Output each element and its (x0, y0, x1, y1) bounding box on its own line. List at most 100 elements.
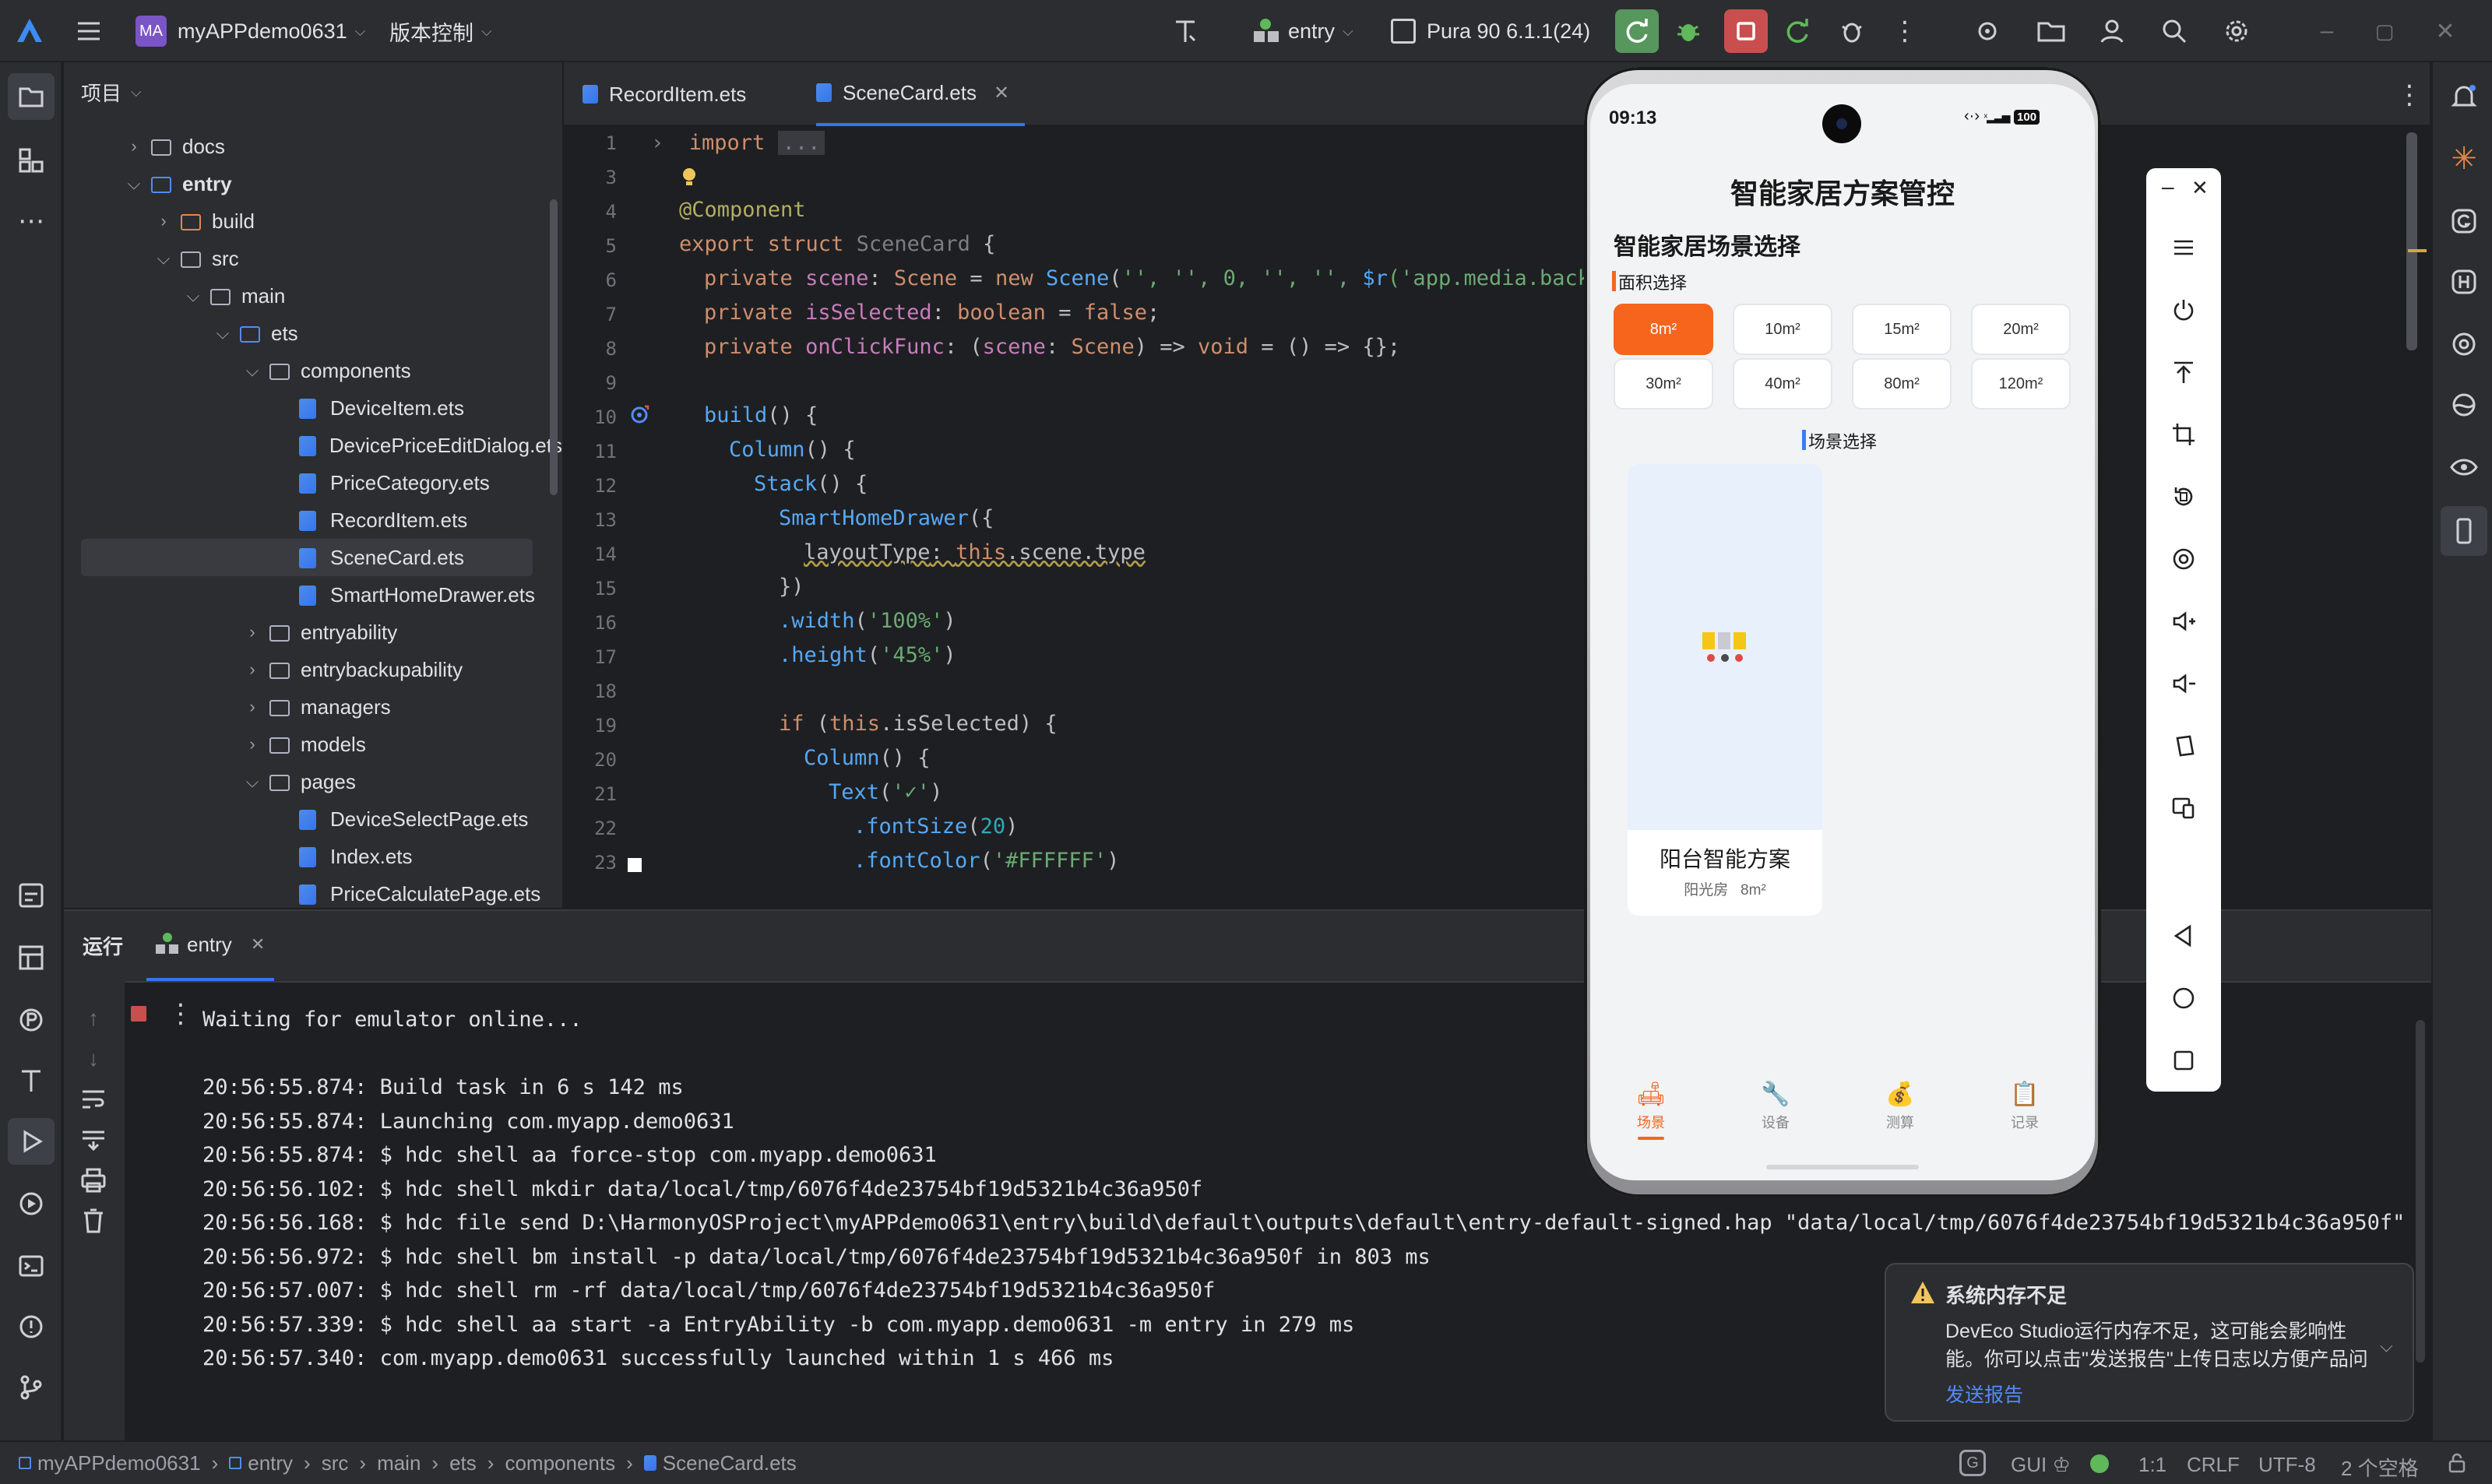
emu-crop-icon[interactable] (2146, 411, 2221, 458)
tree-item[interactable]: › build (64, 202, 562, 240)
run-tool-icon[interactable] (8, 1118, 55, 1165)
tree-item[interactable]: ⌵ main (64, 277, 562, 315)
tree-item[interactable]: › docs (64, 128, 562, 165)
tab-recorditem[interactable]: RecordItem.ets (583, 62, 746, 126)
area-option-button[interactable]: 30m² (1614, 358, 1713, 410)
tree-item[interactable]: PriceCalculatePage.ets (64, 875, 562, 906)
nav-tab-calculate[interactable]: 💰 测算 (1846, 1081, 1955, 1143)
breadcrumb-item[interactable]: src (322, 1451, 349, 1475)
area-option-button[interactable]: 15m² (1852, 304, 1952, 355)
build-icon[interactable] (11, 1060, 51, 1101)
breadcrumb-item[interactable]: components (505, 1451, 615, 1475)
emu-top-icon[interactable] (2146, 349, 2221, 396)
tree-item[interactable]: ⌵ entry (64, 165, 562, 202)
previewer-eye-icon[interactable] (2444, 447, 2484, 487)
tree-item[interactable]: › entryability (64, 614, 562, 651)
tree-item[interactable]: SceneCard.ets (81, 539, 533, 576)
tree-item[interactable]: SmartHomeDrawer.ets (64, 576, 562, 614)
more-actions-icon[interactable]: ⋮ (1889, 14, 1920, 48)
chevron-right-icon[interactable]: › (243, 659, 262, 680)
notifications-icon[interactable] (2444, 76, 2484, 117)
project-switcher[interactable]: MA myAPPdemo0631 ⌵ (136, 0, 365, 62)
nav-tab-device[interactable]: 🔧 设备 (1721, 1081, 1830, 1143)
codegenie-status-icon[interactable]: G (1959, 1450, 1986, 1476)
color-preview-swatch[interactable] (628, 858, 642, 872)
gesture-bar[interactable] (1766, 1165, 1919, 1169)
chevron-down-icon[interactable]: ⌵ (243, 772, 262, 792)
project-view-icon[interactable] (8, 73, 55, 120)
tree-item[interactable]: ⌵ src (64, 240, 562, 277)
breadcrumb-item[interactable]: main (377, 1451, 421, 1475)
emu-fold-icon[interactable] (2146, 723, 2221, 769)
tree-item[interactable]: Index.ets (64, 838, 562, 875)
project-panel-header[interactable]: 项目 ⌵ (81, 78, 142, 107)
close-tab-icon[interactable]: ✕ (994, 82, 1009, 104)
chevron-right-icon[interactable]: › (243, 697, 262, 717)
breadcrumb-item[interactable]: entry (248, 1451, 293, 1475)
hilog-icon[interactable] (2444, 262, 2484, 302)
breadcrumb-item[interactable]: ets (449, 1451, 477, 1475)
area-option-button[interactable]: 10m² (1733, 304, 1832, 355)
emu-menu-icon[interactable] (2146, 224, 2221, 271)
ai-assistant-icon[interactable]: ✳ (2444, 139, 2484, 179)
text-tool-icon[interactable] (1168, 14, 1202, 48)
layout-icon[interactable] (11, 937, 51, 978)
rerun-button[interactable] (1615, 9, 1659, 53)
tree-item[interactable]: ⌵ components (64, 352, 562, 389)
chevron-right-icon[interactable]: › (243, 622, 262, 642)
emu-power-icon[interactable] (2146, 287, 2221, 333)
emu-minimize-icon[interactable]: – (2162, 174, 2174, 199)
device-manager-icon[interactable] (1970, 14, 2005, 48)
scroll-down-icon[interactable]: ↓ (78, 1043, 109, 1074)
device-selector[interactable]: Pura 90 6.1.1(24) (1391, 0, 1590, 62)
device-view-icon[interactable] (2441, 506, 2487, 556)
area-option-button[interactable]: 8m² (1614, 304, 1713, 355)
close-window-icon[interactable]: ✕ (2428, 14, 2462, 48)
lightbulb-icon[interactable] (681, 167, 698, 188)
override-marker-icon[interactable] (629, 403, 651, 425)
arkui-inspector-icon[interactable] (2444, 385, 2484, 425)
tree-item[interactable]: DevicePriceEditDialog.ets (64, 427, 562, 464)
problems-icon[interactable] (11, 1306, 51, 1347)
emu-home-icon[interactable] (2146, 975, 2221, 1022)
trash-icon[interactable] (78, 1205, 109, 1236)
code-editor[interactable]: 1 3 4 5 6 7 8 9 10 11 12 13 14 15 16 17 18 19 20 21 22 23 › i… (564, 126, 1603, 908)
send-report-link[interactable]: 发送报告 (1945, 1380, 2023, 1408)
vcs-menu[interactable]: 版本控制 ⌵ (389, 0, 492, 62)
chevron-right-icon[interactable]: › (243, 734, 262, 754)
tree-item[interactable]: PriceCategory.ets (64, 464, 562, 501)
chevron-right-icon[interactable]: › (125, 136, 143, 156)
run-tab-entry[interactable]: entry ✕ (146, 911, 275, 981)
emu-rotate-icon[interactable] (2146, 473, 2221, 520)
scroll-to-end-icon[interactable] (78, 1124, 109, 1155)
emu-multi-device-icon[interactable] (2146, 785, 2221, 832)
tree-item[interactable]: DeviceSelectPage.ets (64, 800, 562, 838)
todo-icon[interactable] (11, 875, 51, 916)
terminal-icon[interactable] (11, 1246, 51, 1286)
more-tools-icon[interactable]: ⋯ (11, 201, 51, 241)
tree-item[interactable]: ⌵ pages (64, 763, 562, 800)
profiler-icon[interactable] (11, 1000, 51, 1040)
services-icon[interactable] (11, 1183, 51, 1224)
main-menu-icon[interactable] (72, 14, 106, 48)
chevron-down-icon[interactable]: ⌵ (154, 248, 173, 269)
breadcrumb-item[interactable]: myAPPdemo0631 (37, 1451, 201, 1475)
structure-icon[interactable] (11, 140, 51, 181)
emu-close-icon[interactable]: ✕ (2191, 176, 2209, 200)
breadcrumb-item[interactable]: SceneCard.ets (663, 1451, 797, 1475)
chevron-down-icon[interactable]: ⌵ (243, 360, 262, 381)
chevron-down-icon[interactable]: ⌵ (125, 174, 143, 194)
resource-icon[interactable] (2444, 324, 2484, 364)
emulator-screen[interactable]: 09:13 ‹·› ˣ▂▃▅ 100 智能家居方案管控 智能家居场景选择 面积选… (1590, 84, 2095, 1180)
editor-scrollbar[interactable] (2406, 132, 2417, 350)
debug-icon[interactable] (1671, 14, 1705, 48)
nav-tab-record[interactable]: 📋 记录 (1970, 1081, 2079, 1143)
maximize-icon[interactable]: ▢ (2367, 14, 2402, 48)
emu-screenshot-icon[interactable] (2146, 536, 2221, 582)
close-tab-icon[interactable]: ✕ (251, 934, 265, 955)
area-option-button[interactable]: 40m² (1733, 358, 1832, 410)
indent-setting[interactable]: 2 个空格 (2341, 1453, 2419, 1482)
emu-recents-icon[interactable] (2146, 1037, 2221, 1084)
emu-back-icon[interactable] (2146, 913, 2221, 959)
tree-item[interactable]: RecordItem.ets (64, 501, 562, 539)
